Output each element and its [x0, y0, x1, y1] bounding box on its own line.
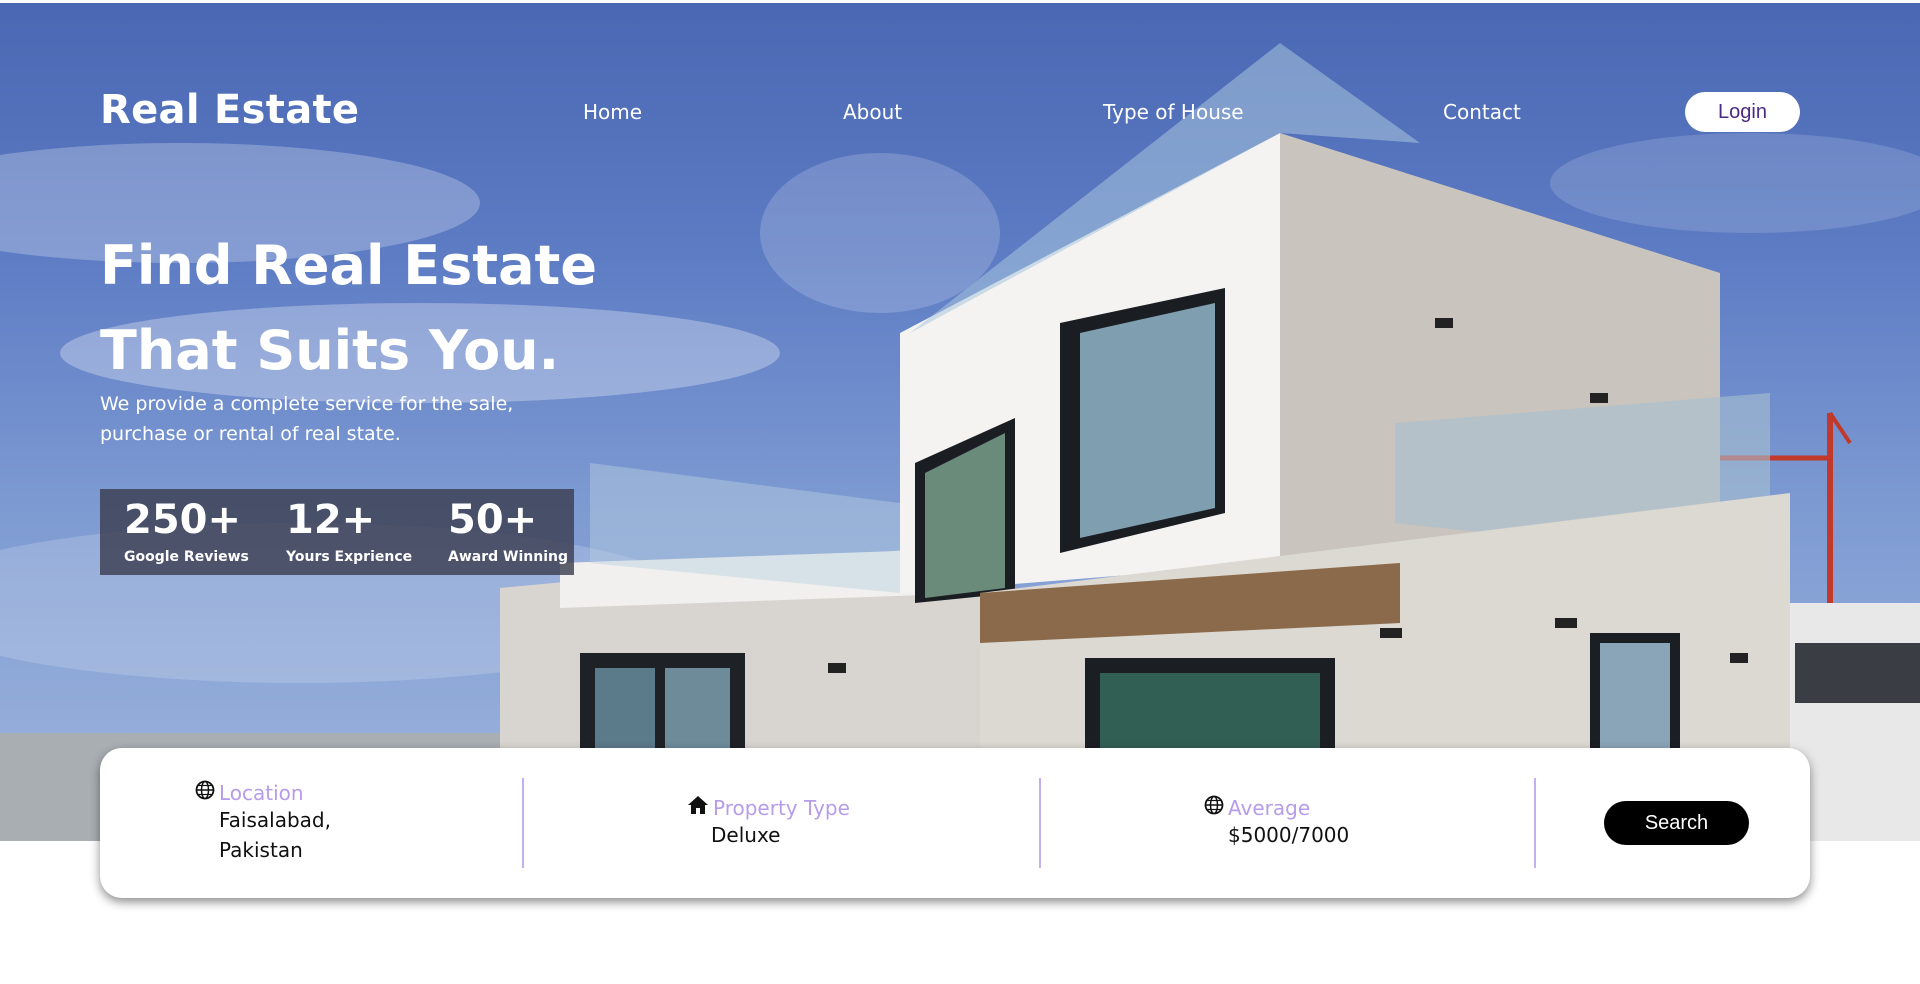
- location-field[interactable]: Location Faisalabad, Pakistan: [195, 780, 331, 865]
- property-search-bar: Location Faisalabad, Pakistan Property T…: [100, 748, 1810, 898]
- nav-link-contact[interactable]: Contact: [1443, 100, 1521, 124]
- property-type-value: Deluxe: [711, 823, 781, 847]
- average-value: $5000/7000: [1228, 823, 1350, 847]
- field-divider: [522, 778, 524, 868]
- hero-headline: Find Real Estate That Suits You.: [100, 223, 597, 393]
- location-label-row: Location: [195, 780, 331, 805]
- property-type-label: Property Type: [713, 795, 850, 820]
- nav-link-type-of-house[interactable]: Type of House: [1103, 100, 1244, 124]
- property-type-field[interactable]: Property Type Deluxe: [687, 795, 850, 850]
- property-type-label-row: Property Type: [687, 795, 850, 820]
- hero-subtext-line1: We provide a complete service for the sa…: [100, 393, 514, 415]
- stat-award-winning: 50+ Award Winning: [448, 497, 568, 565]
- globe-icon: [1204, 795, 1228, 820]
- nav-link-about[interactable]: About: [843, 100, 902, 124]
- stat-value: 50+: [448, 497, 538, 543]
- field-divider: [1039, 778, 1041, 868]
- hero-subtext: We provide a complete service for the sa…: [100, 389, 560, 449]
- stat-value: 12+: [286, 497, 376, 543]
- login-button[interactable]: Login: [1685, 92, 1800, 132]
- average-label: Average: [1228, 795, 1311, 820]
- location-value-line1: Faisalabad,: [219, 808, 331, 832]
- location-value-line2: Pakistan: [219, 838, 303, 862]
- average-label-row: Average: [1204, 795, 1349, 820]
- stats-panel: 250+ Google Reviews 12+ Yours Exprience …: [100, 489, 574, 575]
- nav-link-home[interactable]: Home: [583, 100, 642, 124]
- stat-years-experience: 12+ Yours Exprience: [286, 497, 412, 565]
- stat-google-reviews: 250+ Google Reviews: [124, 497, 249, 565]
- globe-icon: [195, 780, 219, 805]
- search-button[interactable]: Search: [1604, 801, 1749, 845]
- home-icon: [687, 795, 713, 820]
- hero-subtext-line2: purchase or rental of real state.: [100, 423, 401, 445]
- stat-value: 250+: [124, 497, 242, 543]
- stat-label: Yours Exprience: [286, 549, 413, 565]
- location-value: Faisalabad, Pakistan: [219, 805, 331, 865]
- field-divider: [1534, 778, 1536, 868]
- hero-headline-line2: That Suits You.: [100, 319, 560, 382]
- hero-section: Real Estate Home About Type of House Con…: [0, 3, 1920, 841]
- stat-label: Google Reviews: [124, 549, 249, 565]
- hero-headline-line1: Find Real Estate: [100, 234, 597, 297]
- brand-logo[interactable]: Real Estate: [100, 87, 359, 133]
- location-label: Location: [219, 780, 304, 805]
- stat-label: Award Winning: [448, 549, 568, 565]
- average-field[interactable]: Average $5000/7000: [1204, 795, 1349, 850]
